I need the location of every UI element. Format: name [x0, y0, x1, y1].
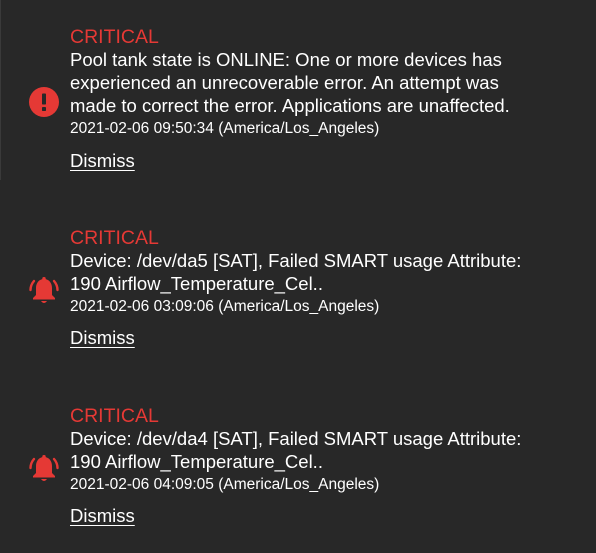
dismiss-button[interactable]: Dismiss — [70, 150, 135, 172]
panel-edge — [0, 0, 1, 180]
alert-timestamp: 2021-02-06 04:09:05 (America/Los_Angeles… — [70, 476, 380, 493]
alert-message-line: Pool tank state is ONLINE: One or more d… — [70, 49, 502, 70]
alert-message-line: 190 Airflow_Temperature_Cel.. — [70, 451, 323, 472]
alert-message-line: experienced an unrecoverable error. An a… — [70, 72, 499, 93]
alert-message-line: made to correct the error. Applications … — [70, 95, 510, 116]
alert-level: CRITICAL — [70, 405, 159, 427]
alerts-panel: CRITICAL Pool tank state is ONLINE: One … — [0, 0, 596, 553]
alert-message-line: Device: /dev/da4 [SAT], Failed SMART usa… — [70, 428, 522, 449]
bell-icon — [28, 275, 60, 307]
error-circle-icon — [28, 86, 60, 118]
alert-level: CRITICAL — [70, 26, 159, 48]
dismiss-button[interactable]: Dismiss — [70, 327, 135, 349]
alert-message-line: 190 Airflow_Temperature_Cel.. — [70, 273, 323, 294]
alert-timestamp: 2021-02-06 09:50:34 (America/Los_Angeles… — [70, 120, 380, 137]
dismiss-button[interactable]: Dismiss — [70, 505, 135, 527]
bell-icon — [28, 453, 60, 485]
alert-timestamp: 2021-02-06 03:09:06 (America/Los_Angeles… — [70, 298, 380, 315]
alert-level: CRITICAL — [70, 227, 159, 249]
alert-message-line: Device: /dev/da5 [SAT], Failed SMART usa… — [70, 250, 522, 271]
